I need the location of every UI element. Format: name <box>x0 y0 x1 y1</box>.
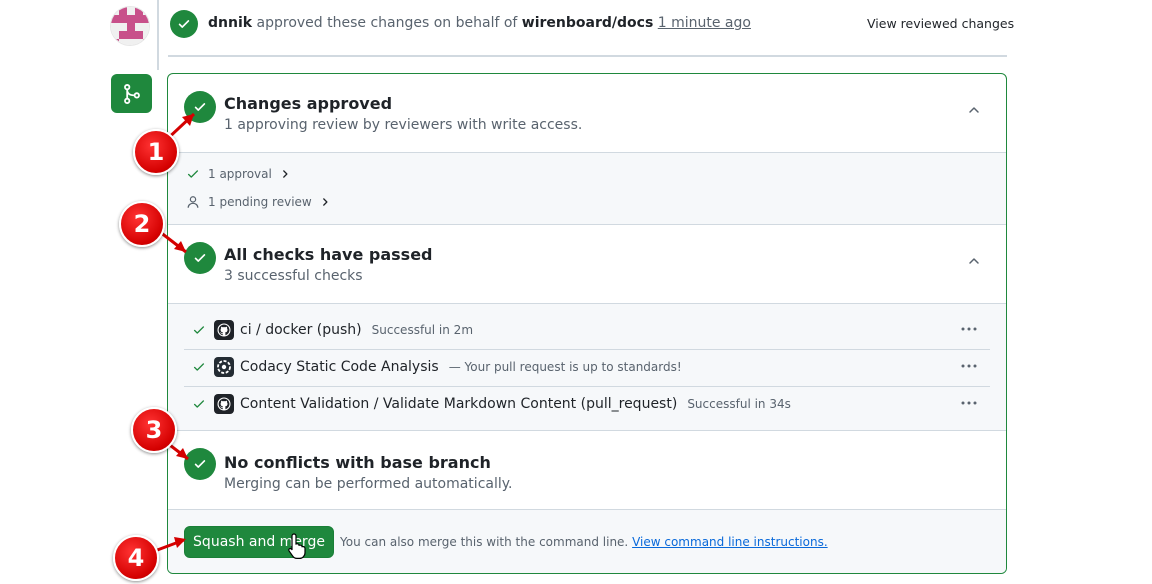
check-icon <box>192 360 208 374</box>
changes-approved-section: Changes approved 1 approving review by r… <box>168 74 1006 152</box>
person-icon <box>187 196 199 208</box>
collapse-chevron-icon[interactable] <box>966 102 982 118</box>
kebab-menu-icon[interactable] <box>960 395 978 411</box>
checks-section: All checks have passed 3 successful chec… <box>168 225 1006 303</box>
view-reviewed-changes-link[interactable]: View reviewed changes <box>867 16 1014 31</box>
cli-hint-text: You can also merge this with the command… <box>340 535 629 549</box>
event-action: approved these changes on behalf of <box>256 15 518 31</box>
pending-review-label: 1 pending review <box>208 195 312 209</box>
check-name: Content Validation / Validate Markdown C… <box>240 395 678 412</box>
chevron-right-icon <box>322 198 328 206</box>
avatar[interactable] <box>110 6 150 46</box>
merge-icon <box>111 74 152 113</box>
event-time[interactable]: 1 minute ago <box>658 15 751 31</box>
check-icon <box>192 323 208 337</box>
timeline-divider <box>168 55 1007 57</box>
changes-approved-title: Changes approved <box>224 94 393 113</box>
check-description: Successful in 34s <box>687 396 791 411</box>
event-text: dnnik approved these changes on behalf o… <box>208 15 751 31</box>
conflicts-subtitle: Merging can be performed automatically. <box>224 476 513 492</box>
merge-box: Changes approved 1 approving review by r… <box>167 73 1007 574</box>
marker-2: 2 <box>119 201 165 247</box>
codacy-icon <box>214 356 234 377</box>
checks-subtitle: 3 successful checks <box>224 268 363 284</box>
approvals-detail-section: 1 approval 1 pending review <box>168 152 1006 225</box>
checks-list: ci / docker (push) Successful in 2m Coda… <box>168 303 1006 431</box>
marker-4: 4 <box>113 535 159 581</box>
timeline-line <box>157 0 159 70</box>
conflicts-section: No conflicts with base branch Merging ca… <box>168 431 1006 509</box>
event-user[interactable]: dnnik <box>208 15 252 31</box>
changes-approved-subtitle: 1 approving review by reviewers with wri… <box>224 117 583 133</box>
squash-and-merge-button[interactable]: Squash and merge <box>184 526 334 558</box>
approval-count-item[interactable]: 1 approval <box>186 167 290 181</box>
check-row[interactable]: Content Validation / Validate Markdown C… <box>184 385 990 422</box>
pending-review-item[interactable]: 1 pending review <box>186 195 330 209</box>
check-name: Codacy Static Code Analysis <box>240 358 439 375</box>
check-description: Successful in 2m <box>371 322 474 337</box>
conflicts-title: No conflicts with base branch <box>224 453 491 472</box>
marker-1: 1 <box>133 129 179 175</box>
kebab-menu-icon[interactable] <box>960 321 978 337</box>
check-name: ci / docker (push) <box>240 321 362 338</box>
collapse-chevron-icon[interactable] <box>966 253 982 269</box>
check-row[interactable]: ci / docker (push) Successful in 2m <box>184 311 990 348</box>
check-description: — Your pull request is up to standards! <box>448 359 682 374</box>
check-icon <box>187 170 199 178</box>
check-icon <box>192 397 208 411</box>
approval-count-label: 1 approval <box>208 167 272 181</box>
github-icon <box>214 319 234 340</box>
github-icon <box>214 393 234 414</box>
checks-title: All checks have passed <box>224 245 433 264</box>
hand-cursor-icon <box>288 533 306 559</box>
marker-3: 3 <box>131 407 177 453</box>
cli-hint: You can also merge this with the command… <box>340 535 828 549</box>
approved-check-icon <box>170 10 198 38</box>
chevron-right-icon <box>282 170 288 178</box>
event-org[interactable]: wirenboard/docs <box>522 15 654 31</box>
check-row[interactable]: Codacy Static Code Analysis — Your pull … <box>184 348 990 385</box>
cli-instructions-link[interactable]: View command line instructions. <box>632 535 828 549</box>
kebab-menu-icon[interactable] <box>960 358 978 374</box>
